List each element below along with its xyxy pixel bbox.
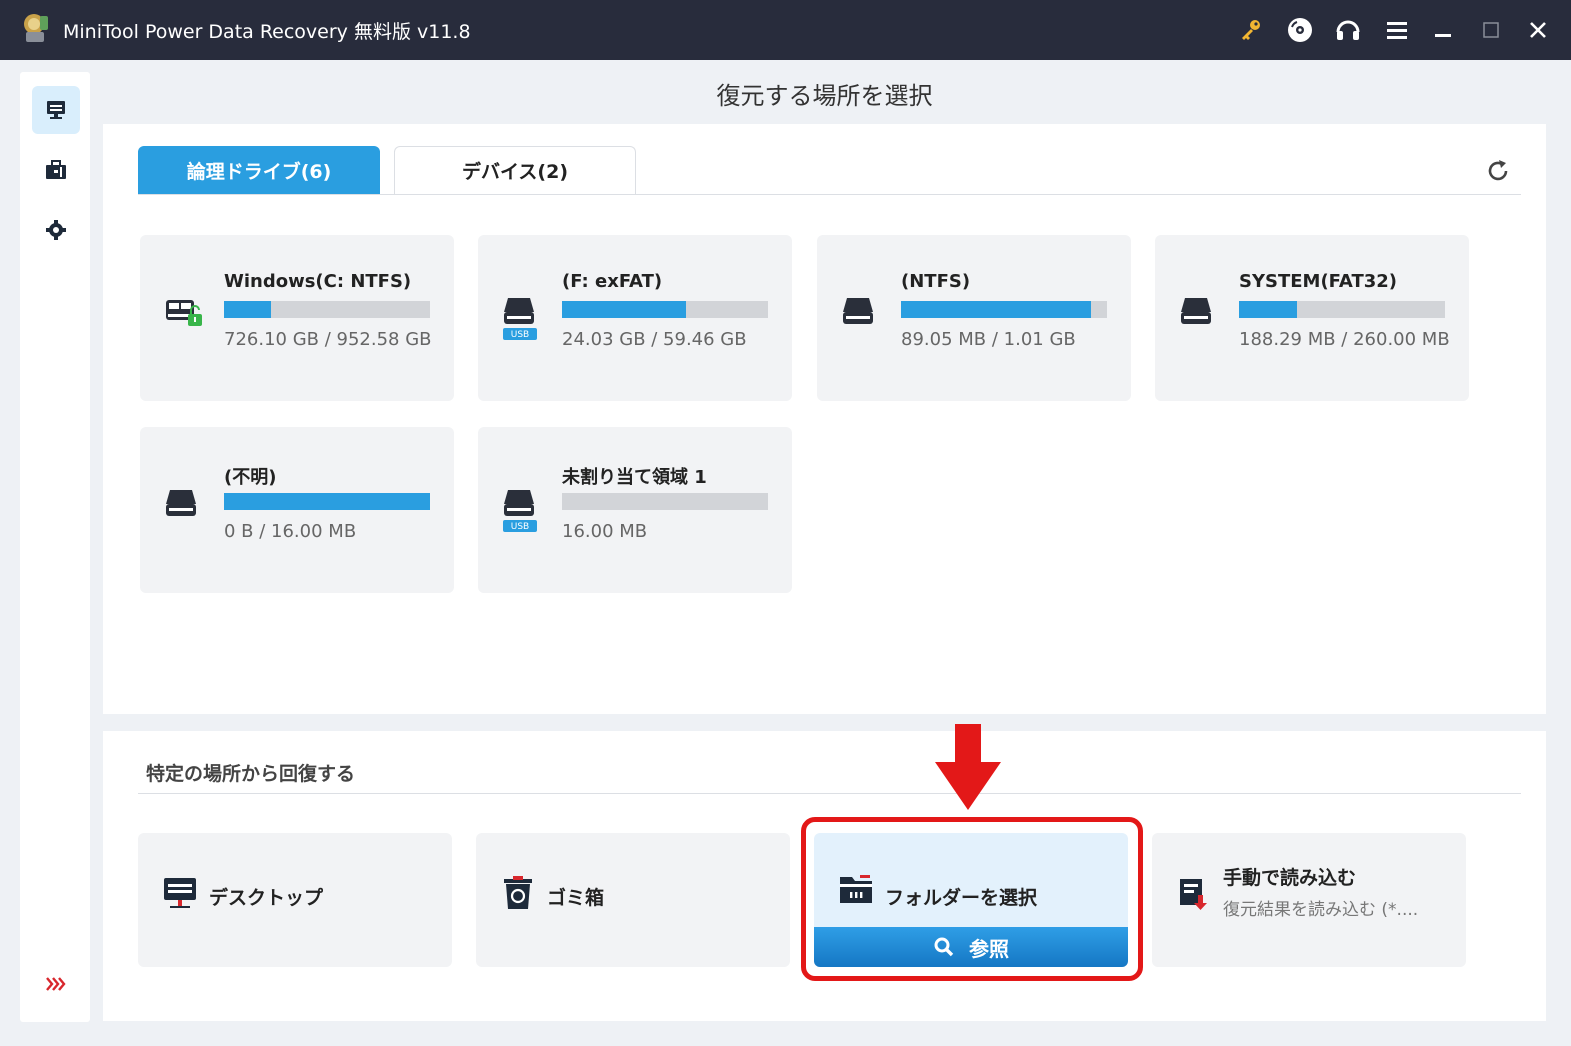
menu-icon[interactable] <box>1381 14 1413 46</box>
sidebar-item-tools[interactable] <box>32 146 80 194</box>
drive-card-f[interactable]: USB (F: exFAT) 24.03 GB / 59.46 GB <box>478 235 792 401</box>
close-icon[interactable] <box>1522 14 1554 46</box>
section-divider <box>138 793 1521 794</box>
app-title: MiniTool Power Data Recovery 無料版 v11.8 <box>63 21 471 43</box>
drive-name: (NTFS) <box>901 271 971 292</box>
drive-card-c[interactable]: Windows(C: NTFS) 726.10 GB / 952.58 GB <box>140 235 454 401</box>
maximize-icon[interactable] <box>1475 14 1507 46</box>
tab-devices[interactable]: デバイス(2) <box>394 146 636 194</box>
minimize-icon[interactable] <box>1427 14 1459 46</box>
drive-name: (F: exFAT) <box>562 271 663 292</box>
system-drive-icon <box>166 300 202 326</box>
page-title: 復元する場所を選択 <box>716 82 933 110</box>
drive-card-unknown[interactable]: (不明) 0 B / 16.00 MB <box>140 427 454 593</box>
section-title: 特定の場所から回復する <box>146 763 356 785</box>
drive-usage-fill <box>562 301 686 318</box>
sidebar-item-settings[interactable] <box>32 206 80 254</box>
hard-drive-icon <box>166 490 196 516</box>
drive-size: 89.05 MB / 1.01 GB <box>901 329 1076 350</box>
location-desktop[interactable]: デスクトップ <box>138 833 452 967</box>
desktop-icon <box>164 878 196 908</box>
drive-card-unallocated[interactable]: USB 未割り当て領域 1 16.00 MB <box>478 427 792 593</box>
drive-size: 16.00 MB <box>562 521 648 542</box>
drive-card-ntfs[interactable]: (NTFS) 89.05 MB / 1.01 GB <box>817 235 1131 401</box>
drive-name: SYSTEM(FAT32) <box>1239 271 1397 292</box>
drive-card-system[interactable]: SYSTEM(FAT32) 188.29 MB / 260.00 MB <box>1155 235 1469 401</box>
computer-icon <box>47 101 65 119</box>
drive-usage-bar <box>224 301 430 318</box>
drive-usage-bar <box>224 493 430 510</box>
usb-drive-icon: USB <box>503 298 537 340</box>
refresh-icon <box>1488 160 1508 181</box>
drive-usage-bar <box>901 301 1107 318</box>
usb-badge: USB <box>511 522 529 532</box>
drive-size: 188.29 MB / 260.00 MB <box>1239 329 1450 350</box>
recycle-bin-icon <box>504 876 532 909</box>
app-logo-icon <box>24 14 48 42</box>
sidebar-expand-button[interactable] <box>32 960 80 1008</box>
location-recycle-bin[interactable]: ゴミ箱 <box>476 833 790 967</box>
load-result-icon <box>1180 879 1207 910</box>
drive-usage-fill <box>224 493 430 510</box>
refresh-button[interactable] <box>1483 156 1513 186</box>
highlight-box-annotation <box>801 817 1143 981</box>
drive-usage-bar <box>562 301 768 318</box>
usb-drive-icon: USB <box>503 490 537 532</box>
drive-size: 24.03 GB / 59.46 GB <box>562 329 747 350</box>
sidebar-item-this-pc[interactable] <box>32 86 80 134</box>
drive-usage-fill <box>901 301 1091 318</box>
red-arrow-annotation <box>935 724 1001 810</box>
disc-icon[interactable] <box>1284 14 1316 46</box>
tab-logical-drives[interactable]: 論理ドライブ(6) <box>138 146 380 194</box>
gear-icon <box>46 220 66 240</box>
load-subtitle: 復元結果を読み込む (*.... <box>1223 900 1419 920</box>
load-title: 手動で読み込む <box>1223 867 1357 889</box>
key-icon[interactable] <box>1235 14 1267 46</box>
location-label: ゴミ箱 <box>547 887 605 909</box>
sidebar <box>20 72 90 1022</box>
location-load-manually[interactable]: 手動で読み込む 復元結果を読み込む (*.... <box>1152 833 1466 967</box>
double-chevron-right-icon <box>46 977 66 991</box>
drive-name: Windows(C: NTFS) <box>224 271 412 292</box>
usb-badge: USB <box>511 330 529 340</box>
toolbox-icon <box>46 160 66 179</box>
drive-name: (不明) <box>224 467 277 488</box>
drive-panel: 論理ドライブ(6) デバイス(2) Windows(C: NTFS) 726.1… <box>103 124 1546 714</box>
drive-name: 未割り当て領域 1 <box>562 467 707 488</box>
drive-size: 726.10 GB / 952.58 GB <box>224 329 432 350</box>
hard-drive-icon <box>843 298 873 324</box>
tab-divider <box>138 194 1521 195</box>
drive-usage-fill <box>1239 301 1297 318</box>
hard-drive-icon <box>1181 298 1211 324</box>
drive-usage-fill <box>224 301 272 318</box>
title-bar: MiniTool Power Data Recovery 無料版 v11.8 <box>0 0 1571 60</box>
drive-size: 0 B / 16.00 MB <box>224 521 357 542</box>
headset-icon[interactable] <box>1332 14 1364 46</box>
drive-usage-bar <box>1239 301 1445 318</box>
drive-usage-bar <box>562 493 768 510</box>
location-label: デスクトップ <box>209 887 324 909</box>
